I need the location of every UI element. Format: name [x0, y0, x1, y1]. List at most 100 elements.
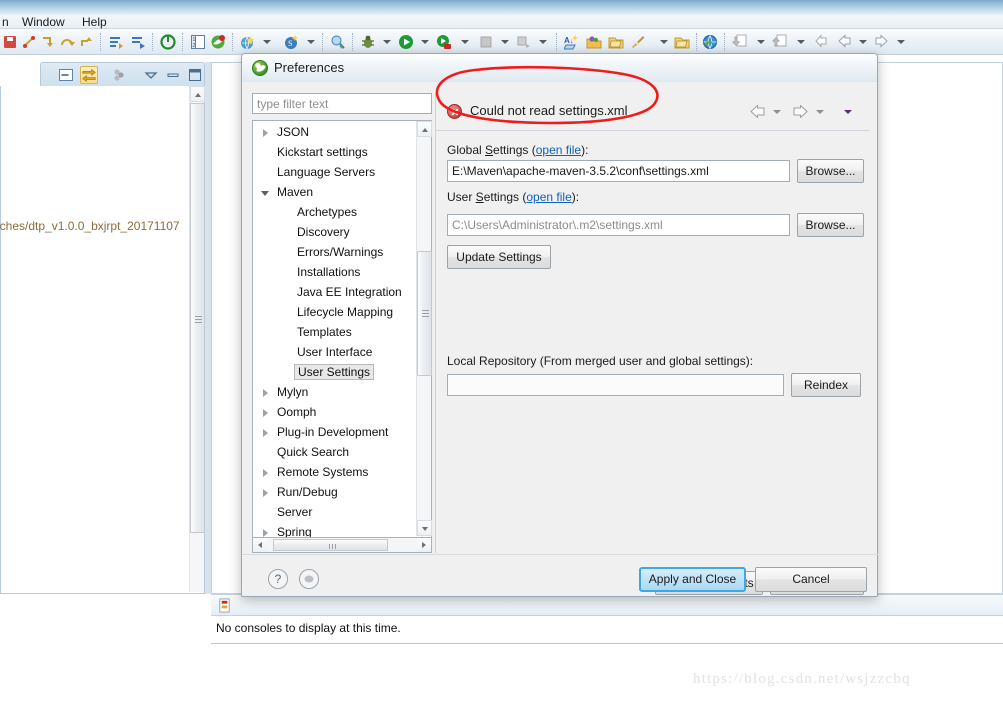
scroll-up-button[interactable]: [190, 86, 205, 102]
scroll-thumb[interactable]: [190, 103, 205, 533]
user-settings-open-file-link[interactable]: open file: [526, 190, 571, 204]
chevron-down-icon-11[interactable]: [859, 40, 867, 44]
debug-bug-icon[interactable]: [360, 34, 376, 50]
tree-item-label: Kickstart settings: [277, 145, 368, 159]
run-last-icon[interactable]: [108, 34, 124, 50]
chevron-down-icon-2[interactable]: [307, 40, 315, 44]
collapse-all-icon[interactable]: [57, 66, 75, 84]
tree-item-user-settings[interactable]: User Settings: [253, 363, 417, 383]
menu-item-run[interactable]: n: [2, 15, 9, 29]
tree-scrollbar[interactable]: [416, 121, 432, 536]
tree-item-maven[interactable]: Maven: [253, 183, 417, 203]
save-icon[interactable]: [2, 34, 18, 50]
local-repository-input[interactable]: [447, 374, 784, 396]
back-arrow-icon[interactable]: [750, 104, 765, 119]
filter-input[interactable]: type filter text: [252, 93, 432, 114]
menu-item-help[interactable]: Help: [82, 15, 107, 29]
tree-item-installations[interactable]: Installations: [253, 263, 417, 283]
new-wizard-icon[interactable]: 12: [190, 34, 206, 50]
export-icon: [771, 34, 788, 50]
chevron-down-icon-3[interactable]: [383, 40, 391, 44]
dialog-titlebar[interactable]: Preferences: [242, 54, 877, 82]
debug-breakpoint-icon[interactable]: [21, 34, 37, 50]
chevron-down-icon-9[interactable]: [757, 40, 765, 44]
chevron-down-icon-4[interactable]: [421, 40, 429, 44]
spring-boot-icon[interactable]: S: [284, 34, 300, 50]
forward-dropdown-icon[interactable]: [816, 110, 824, 114]
left-view-path-text: nches/dtp_v1.0.0_bxjrpt_20171107: [0, 219, 180, 233]
minimize-view-icon[interactable]: [164, 66, 182, 84]
user-settings-input[interactable]: C:\Users\Administrator\.m2\settings.xml: [447, 214, 790, 236]
tree-item-discovery[interactable]: Discovery: [253, 223, 417, 243]
chevron-down-icon-5[interactable]: [461, 40, 469, 44]
tree-horizontal-scrollbar[interactable]: [252, 537, 432, 553]
chevron-down-icon-12[interactable]: [897, 40, 905, 44]
step-over-icon[interactable]: [59, 34, 75, 50]
search-icon[interactable]: [330, 34, 346, 50]
update-settings-button[interactable]: Update Settings: [447, 245, 551, 269]
apply-and-close-button[interactable]: Apply and Close: [639, 567, 746, 592]
run-icon[interactable]: [398, 34, 414, 50]
tree-item-json[interactable]: JSON: [253, 123, 417, 143]
chevron-down-icon[interactable]: [263, 40, 271, 44]
tree-item-label: Templates: [297, 325, 352, 339]
step-return-icon[interactable]: [78, 34, 94, 50]
tree-scroll-down-button[interactable]: [417, 520, 432, 536]
tree-item-user-interface[interactable]: User Interface: [253, 343, 417, 363]
user-settings-browse-button[interactable]: Browse...: [797, 213, 864, 237]
filters-icon[interactable]: [110, 66, 128, 84]
tree-item-remote-systems[interactable]: Remote Systems: [253, 463, 417, 483]
menu-item-window[interactable]: Window: [22, 15, 65, 29]
chevron-down-icon-8[interactable]: [660, 40, 668, 44]
run-coverage-icon[interactable]: [436, 34, 452, 50]
open-folder-icon-2[interactable]: [674, 34, 690, 50]
tree-item-run-debug[interactable]: Run/Debug: [253, 483, 417, 503]
tree-item-templates[interactable]: Templates: [253, 323, 417, 343]
chevron-down-icon-7[interactable]: [539, 40, 547, 44]
tree-item-language-servers[interactable]: Language Servers: [253, 163, 417, 183]
tree-item-mylyn[interactable]: Mylyn: [253, 383, 417, 403]
run-external-icon[interactable]: [130, 34, 146, 50]
tree-item-server[interactable]: Server: [253, 503, 417, 523]
web-browser-icon[interactable]: [702, 34, 718, 50]
tree-scroll-thumb[interactable]: [417, 251, 432, 376]
maximize-view-icon[interactable]: [186, 66, 204, 84]
step-into-icon[interactable]: [40, 34, 56, 50]
view-menu-icon[interactable]: [142, 66, 160, 84]
tree-item-quick-search[interactable]: Quick Search: [253, 443, 417, 463]
synchronize-icon[interactable]: [80, 66, 98, 84]
brush-icon[interactable]: [630, 34, 646, 50]
annotate-icon[interactable]: A ↓: [563, 34, 580, 50]
cancel-button[interactable]: Cancel: [755, 567, 867, 592]
view-menu-icon[interactable]: [844, 110, 852, 114]
hscroll-left-button[interactable]: [253, 538, 267, 552]
open-folder-icon[interactable]: [608, 34, 624, 50]
tree-scroll-up-button[interactable]: [417, 121, 432, 137]
oomph-record-icon[interactable]: [299, 569, 319, 589]
back-dropdown-icon[interactable]: [773, 110, 781, 114]
tree-item-plug-in-development[interactable]: Plug-in Development: [253, 423, 417, 443]
tree-item-java-ee-integration[interactable]: Java EE Integration: [253, 283, 417, 303]
left-panel-scrollbar[interactable]: [189, 86, 205, 592]
open-package-icon[interactable]: [586, 34, 602, 50]
help-icon[interactable]: ?: [268, 569, 288, 589]
forward-arrow-icon[interactable]: [793, 104, 808, 119]
chevron-down-icon-10[interactable]: [797, 40, 805, 44]
global-settings-input[interactable]: E:\Maven\apache-maven-3.5.2\conf\setting…: [447, 160, 790, 182]
global-settings-open-file-link[interactable]: open file: [536, 143, 581, 157]
global-settings-browse-button[interactable]: Browse...: [797, 159, 864, 183]
tree-item-errors-warnings[interactable]: Errors/Warnings: [253, 243, 417, 263]
tree-item-kickstart-settings[interactable]: Kickstart settings: [253, 143, 417, 163]
tree-item-spring[interactable]: Spring: [253, 523, 417, 537]
terminate-icon[interactable]: [160, 34, 176, 50]
tree-item-lifecycle-mapping[interactable]: Lifecycle Mapping: [253, 303, 417, 323]
spring-leaf-icon[interactable]: [210, 34, 226, 50]
reindex-button[interactable]: Reindex: [791, 373, 861, 397]
hscroll-right-button[interactable]: [417, 538, 431, 552]
hscroll-thumb[interactable]: [273, 539, 388, 551]
open-perspective-icon[interactable]: [240, 34, 256, 50]
tree-item-archetypes[interactable]: Archetypes: [253, 203, 417, 223]
tree-item-oomph[interactable]: Oomph: [253, 403, 417, 423]
preferences-tree[interactable]: JSON Kickstart settings Language Servers…: [252, 120, 432, 537]
chevron-down-icon-6[interactable]: [501, 40, 509, 44]
